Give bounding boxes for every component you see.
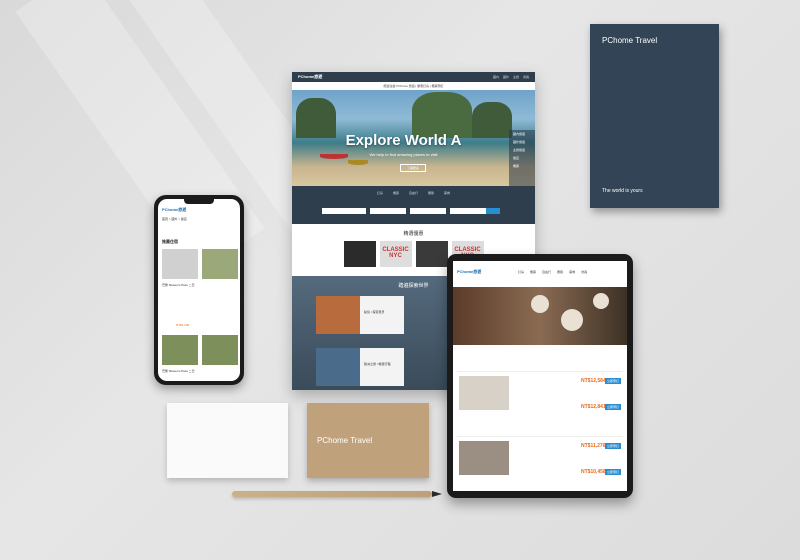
search-tab[interactable]: 團體: [428, 191, 434, 195]
web-menu: 國內 國外 主題 會員: [493, 75, 529, 79]
world-card[interactable]: 歐洲之旅 / 精選行程: [316, 348, 404, 386]
hotel-price: NT$10,458: [581, 469, 606, 475]
hotel-row[interactable]: NT$12,584 立即預訂 NT$12,841 立即預訂: [457, 371, 623, 432]
world-card[interactable]: 秘境 / 探索風景: [316, 296, 404, 334]
phone-logo: PChome旅遊: [162, 207, 187, 212]
search-tab[interactable]: 票券: [444, 191, 450, 195]
card-text: 歐洲之旅 / 精選行程: [364, 362, 391, 366]
listing-title[interactable]: 巴黎 Museum Pass 二日: [162, 369, 198, 373]
hotel-price: NT$11,276: [581, 443, 606, 449]
tablet-mockup: PChome旅遊 訂房 機票 自由行 團體 票券 會員 NT$12,584 立即…: [447, 254, 633, 498]
envelope-title: PChome Travel: [317, 436, 373, 445]
side-menu-item[interactable]: 主題旅遊: [509, 146, 535, 154]
listing-image[interactable]: [202, 335, 238, 365]
promo-text: CLASSIC NYC: [382, 247, 409, 259]
hotel-image: [459, 441, 509, 475]
listing-image[interactable]: [162, 335, 198, 365]
tablet-screen: PChome旅遊 訂房 機票 自由行 團體 票券 會員 NT$12,584 立即…: [453, 261, 627, 491]
card-image: [316, 348, 360, 386]
tablet-menu-item[interactable]: 機票: [530, 270, 536, 274]
search-tab[interactable]: 訂房: [377, 191, 383, 195]
search-tab[interactable]: 自由行: [409, 191, 418, 195]
web-ribbon: 旅遊住宿 PChome 旅遊 | 優惠訂房 | 機票預訂: [292, 82, 535, 90]
web-hero: Explore World A We help to find amazing …: [292, 90, 535, 186]
tablet-menu-item[interactable]: 票券: [569, 270, 575, 274]
promo-card[interactable]: CLASSIC NYC: [379, 241, 412, 267]
phone-screen: PChome旅遊 首頁 > 國外 > 飯店 推薦住宿 巴黎 Museum Pas…: [158, 199, 240, 381]
hero-button[interactable]: 了解更多: [400, 164, 426, 172]
dish-shape: [531, 295, 549, 313]
tablet-logo: PChome旅遊: [457, 269, 482, 274]
side-menu-item[interactable]: 國外旅遊: [509, 138, 535, 146]
breadcrumb[interactable]: 首頁 > 國外 > 飯店: [162, 217, 187, 221]
phone-notch: [184, 199, 214, 204]
tablet-menu-item[interactable]: 會員: [581, 270, 587, 274]
card-image: [316, 296, 360, 334]
side-menu-item[interactable]: 國內旅遊: [509, 130, 535, 138]
promo-card[interactable]: [343, 241, 376, 267]
tablet-menu: 訂房 機票 自由行 團體 票券 會員: [518, 270, 587, 274]
web-menu-item[interactable]: 會員: [523, 75, 529, 79]
web-menu-item[interactable]: 主題: [513, 75, 519, 79]
listing-price: NT$4,200: [176, 323, 190, 327]
web-search-panel: 訂房 機票 自由行 團體 票券: [292, 186, 535, 224]
phone-heading: 推薦住宿: [162, 239, 178, 244]
web-menu-item[interactable]: 國內: [493, 75, 499, 79]
boat-shape: [348, 160, 368, 165]
dish-shape: [593, 293, 609, 309]
notebook-title: PChome Travel: [602, 36, 658, 45]
notebook-tagline: The world is yours: [602, 188, 643, 194]
pencil-tip: [432, 491, 442, 497]
tablet-menu-item[interactable]: 自由行: [542, 270, 551, 274]
book-button[interactable]: 立即預訂: [605, 443, 621, 449]
date-input[interactable]: [410, 208, 446, 214]
date-input[interactable]: [370, 208, 406, 214]
business-card: [167, 403, 288, 478]
web-menu-item[interactable]: 國外: [503, 75, 509, 79]
dish-shape: [561, 309, 583, 331]
card-text: 秘境 / 探索風景: [364, 310, 385, 314]
book-button[interactable]: 立即預訂: [605, 378, 621, 384]
tablet-menu-item[interactable]: 訂房: [518, 270, 524, 274]
section-title: 精選優惠: [403, 231, 424, 237]
side-menu-item[interactable]: 飯店: [509, 154, 535, 162]
search-tab[interactable]: 機票: [393, 191, 399, 195]
hotel-image: [459, 376, 509, 410]
notebook: PChome Travel The world is yours: [590, 24, 719, 208]
tablet-hero: [453, 287, 627, 345]
listing-image[interactable]: [202, 249, 238, 279]
promo-card[interactable]: [415, 241, 448, 267]
search-button[interactable]: [486, 208, 500, 214]
envelope: PChome Travel: [307, 403, 429, 478]
web-logo: PChome旅遊: [298, 74, 323, 79]
guest-input[interactable]: [450, 208, 486, 214]
phone-header: PChome旅遊: [158, 205, 240, 215]
book-button[interactable]: 立即預訂: [605, 404, 621, 410]
side-menu-item[interactable]: 機票: [509, 162, 535, 170]
hero-side-menu: 國內旅遊 國外旅遊 主題旅遊 飯店 機票: [509, 130, 535, 186]
search-input[interactable]: [322, 208, 366, 214]
search-tabs: 訂房 機票 自由行 團體 票券: [292, 186, 535, 195]
web-navbar: PChome旅遊 國內 國外 主題 會員: [292, 72, 535, 82]
hero-title: Explore World A: [345, 132, 462, 149]
search-row: [322, 208, 486, 214]
listing-title[interactable]: 巴黎 Museum Pass 二日: [162, 283, 198, 287]
book-button[interactable]: 立即預訂: [605, 469, 621, 475]
hotel-price: NT$12,841: [581, 404, 606, 410]
pencil: [232, 491, 442, 497]
listing-image[interactable]: [162, 249, 198, 279]
hero-subtitle: We help to find amazing places to visit: [369, 152, 438, 157]
phone-mockup: PChome旅遊 首頁 > 國外 > 飯店 推薦住宿 巴黎 Museum Pas…: [154, 195, 244, 385]
hotel-price: NT$12,584: [581, 378, 606, 384]
tablet-menu-item[interactable]: 團體: [557, 270, 563, 274]
hotel-row[interactable]: NT$11,276 立即預訂 NT$10,458 立即預訂: [457, 436, 623, 491]
